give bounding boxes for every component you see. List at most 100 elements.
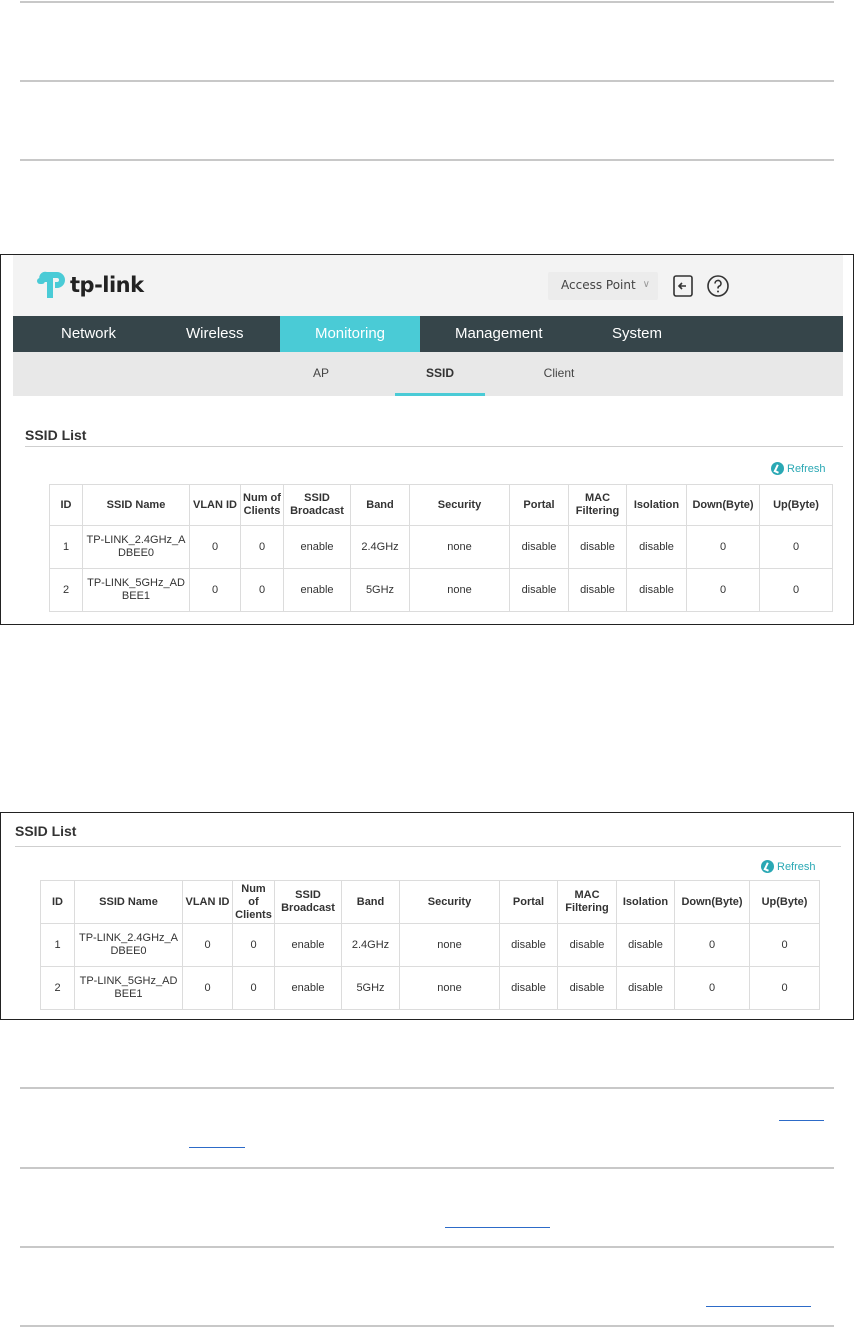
- cell-col-mac-filtering: disable: [557, 966, 617, 1010]
- mode-select-value: Access Point: [561, 278, 636, 292]
- cell-col-band: 2.4GHz: [341, 923, 400, 967]
- mode-select[interactable]: Access Point ∨: [548, 272, 658, 300]
- header-col-down-byte: Down(Byte): [674, 880, 750, 924]
- document-rule: [20, 1246, 834, 1248]
- document-rule: [20, 1087, 834, 1089]
- logout-icon[interactable]: [671, 274, 695, 298]
- main-nav: Network Wireless Monitoring Management S…: [13, 316, 843, 352]
- cell-col-mac-filtering: disable: [568, 568, 627, 612]
- header-col-vlan-id: VLAN ID: [189, 484, 241, 526]
- doc-link-underline[interactable]: [779, 1120, 824, 1121]
- header-col-security: Security: [409, 484, 510, 526]
- refresh-button[interactable]: Refresh: [761, 860, 816, 873]
- header-col-band: Band: [341, 880, 400, 924]
- cell-col-down-byte: 0: [686, 525, 760, 569]
- cell-col-up-byte: 0: [749, 966, 820, 1010]
- cell-col-ssid-name: TP-LINK_2.4GHz_ADBEE0: [82, 525, 190, 569]
- cell-col-band: 5GHz: [350, 568, 410, 612]
- header-col-isolation: Isolation: [616, 880, 675, 924]
- ssid-table: ID SSID Name VLAN ID Num of Clients SSID Bro…: [49, 484, 833, 612]
- subtab-client[interactable]: Client: [534, 352, 584, 396]
- header-col-mac-filtering: MAC Filtering: [568, 484, 627, 526]
- tab-network[interactable]: Network: [61, 316, 116, 352]
- cell-col-mac-filtering: disable: [568, 525, 627, 569]
- tp-link-logo-icon: [37, 271, 65, 298]
- cell-col-down-byte: 0: [686, 568, 760, 612]
- refresh-label: Refresh: [777, 860, 816, 873]
- help-icon[interactable]: [706, 274, 730, 298]
- cell-col-down-byte: 0: [674, 923, 750, 967]
- tab-wireless[interactable]: Wireless: [186, 316, 244, 352]
- header-col-ssid-broadcast: SSID Broadcast: [274, 880, 342, 924]
- cell-col-ssid-name: TP-LINK_5GHz_ADBEE1: [82, 568, 190, 612]
- document-rule: [20, 80, 834, 82]
- ssid-table: ID SSID Name VLAN ID Num of Clients SSID Bro…: [40, 880, 820, 1010]
- table-row: 1 TP-LINK_2.4GHz_ADBEE0 0 0 enable 2.4GHz none…: [40, 923, 820, 967]
- cell-col-id: 2: [40, 966, 75, 1010]
- cell-col-ssid-name: TP-LINK_5GHz_ADBEE1: [74, 966, 183, 1010]
- cell-col-up-byte: 0: [759, 568, 833, 612]
- cell-col-vlan-id: 0: [182, 923, 233, 967]
- cell-col-num-clients: 0: [232, 923, 275, 967]
- document-rule: [20, 1325, 834, 1327]
- tp-link-logo: tp-link: [33, 265, 144, 305]
- header-col-num-clients: Num of Clients: [240, 484, 284, 526]
- cell-col-security: none: [409, 568, 510, 612]
- header-col-ssid-broadcast: SSID Broadcast: [283, 484, 351, 526]
- refresh-label: Refresh: [787, 462, 826, 475]
- header-col-ssid-name: SSID Name: [82, 484, 190, 526]
- subtab-ap[interactable]: AP: [301, 352, 341, 396]
- logo-text: tp-link: [70, 273, 144, 297]
- header-col-mac-filtering: MAC Filtering: [557, 880, 617, 924]
- header-col-band: Band: [350, 484, 410, 526]
- cell-col-portal: disable: [509, 568, 569, 612]
- table-row: 1 TP-LINK_2.4GHz_ADBEE0 0 0 enable 2.4GHz none…: [49, 525, 833, 569]
- cell-col-id: 1: [40, 923, 75, 967]
- header-col-ssid-name: SSID Name: [74, 880, 183, 924]
- cell-col-band: 5GHz: [341, 966, 400, 1010]
- cell-col-portal: disable: [499, 966, 558, 1010]
- cell-col-vlan-id: 0: [189, 568, 241, 612]
- cell-col-num-clients: 0: [240, 525, 284, 569]
- cell-col-up-byte: 0: [759, 525, 833, 569]
- header-col-vlan-id: VLAN ID: [182, 880, 233, 924]
- doc-link-underline[interactable]: [189, 1147, 245, 1148]
- cell-col-isolation: disable: [626, 525, 687, 569]
- cell-col-ssid-broadcast: enable: [283, 525, 351, 569]
- header-col-num-clients: Num of Clients: [232, 880, 275, 924]
- header-col-id: ID: [40, 880, 75, 924]
- title-rule: [25, 446, 843, 447]
- title-rule: [15, 846, 841, 847]
- cell-col-ssid-broadcast: enable: [274, 966, 342, 1010]
- cell-col-isolation: disable: [626, 568, 687, 612]
- table-header-row: ID SSID Name VLAN ID Num of Clients SSID Bro…: [40, 880, 820, 924]
- doc-link-underline[interactable]: [445, 1227, 550, 1228]
- refresh-button[interactable]: Refresh: [771, 462, 826, 475]
- refresh-icon: [761, 860, 774, 873]
- cell-col-ssid-broadcast: enable: [274, 923, 342, 967]
- ssid-list-title: SSID List: [25, 427, 87, 443]
- header-col-down-byte: Down(Byte): [686, 484, 760, 526]
- table-header-row: ID SSID Name VLAN ID Num of Clients SSID Bro…: [49, 484, 833, 526]
- cell-col-security: none: [399, 966, 500, 1010]
- table-body: 1 TP-LINK_2.4GHz_ADBEE0 0 0 enable 2.4GHz none…: [40, 923, 820, 1010]
- document-rule: [20, 159, 834, 161]
- header-col-id: ID: [49, 484, 83, 526]
- cell-col-mac-filtering: disable: [557, 923, 617, 967]
- cell-col-security: none: [399, 923, 500, 967]
- cell-col-portal: disable: [509, 525, 569, 569]
- doc-link-underline[interactable]: [706, 1306, 811, 1307]
- cell-col-num-clients: 0: [232, 966, 275, 1010]
- tab-system[interactable]: System: [612, 316, 662, 352]
- tab-monitoring[interactable]: Monitoring: [280, 316, 420, 352]
- ui-screenshot: tp-link Access Point ∨ Network Wireless …: [0, 254, 854, 625]
- header-col-up-byte: Up(Byte): [749, 880, 820, 924]
- ssid-list-title: SSID List: [15, 823, 77, 839]
- ssid-list-screenshot: SSID List Refresh ID SSID Name VLAN ID Num …: [0, 812, 854, 1020]
- cell-col-down-byte: 0: [674, 966, 750, 1010]
- tab-management[interactable]: Management: [455, 316, 543, 352]
- cell-col-isolation: disable: [616, 966, 675, 1010]
- subtab-ssid[interactable]: SSID: [415, 352, 465, 396]
- cell-col-num-clients: 0: [240, 568, 284, 612]
- table-row: 2 TP-LINK_5GHz_ADBEE1 0 0 enable 5GHz none disa…: [49, 568, 833, 612]
